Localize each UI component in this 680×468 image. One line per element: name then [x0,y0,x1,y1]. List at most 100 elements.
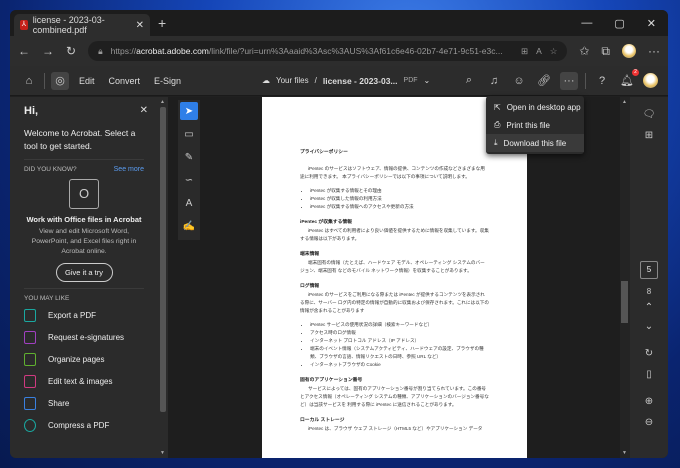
tool-label: Organize pages [48,354,105,364]
close-panel-icon[interactable]: ✕ [140,105,148,116]
settings-more-icon[interactable]: ··· [648,44,660,58]
maximize-button[interactable]: ▢ [614,17,624,30]
document-scrollbar[interactable]: ▲ ▼ [620,97,630,458]
read-aloud-icon[interactable]: A [536,46,542,56]
thumbnails-icon[interactable]: ⊞ [645,130,653,141]
menu-print[interactable]: ⎙ Print this file [486,116,584,134]
view-tool-icon[interactable]: ◎ [51,71,69,90]
rotate-icon[interactable]: ↻ [645,348,653,359]
your-files-link[interactable]: Your files [276,76,309,85]
url-path: /link/file/?uri=urn%3Aaaid%3Asc%3AUS%3Af… [208,46,503,56]
see-more-link[interactable]: See more [114,166,144,173]
give-it-a-try-button[interactable]: Give it a try [55,263,113,282]
open-external-icon: ⇱ [494,102,501,112]
close-window-button[interactable]: ✕ [647,17,656,30]
tab-bar: ⅄ license - 2023-03-combined.pdf ✕ + — ▢ ✕ [10,10,668,36]
profile-avatar[interactable] [622,44,636,58]
share-user-icon[interactable]: ☺ [510,72,528,90]
panel-scrollbar[interactable]: ▲ ▼ [158,97,168,458]
welcome-text: Welcome to Acrobat. Select a tool to get… [24,128,136,151]
forward-button[interactable]: → [42,44,54,58]
favorites-icon[interactable]: ✩ [579,44,589,58]
doc-paragraph: iPentec は、ブラウザ ウェブ ストレージ（HTML5 など）やアプリケー… [308,426,483,431]
app-available-icon[interactable]: ⊞ [521,46,528,57]
notifications-icon[interactable]: 🔔︎ 2 [618,68,639,90]
zoom-out-icon[interactable]: ⊖ [645,417,653,428]
did-you-know-heading: DID YOU KNOW? [24,166,77,173]
quick-tools-bar: ➤ ▭ ✎ ∽ A ✍ [178,100,200,240]
file-name: license - 2023-03... [322,75,398,86]
collections-icon[interactable]: ⧉ [601,44,610,59]
doc-heading: ローカル ストレージ [300,418,345,423]
you-may-like-heading: YOU MAY LIKE [24,295,70,302]
tool-export-pdf[interactable]: Export a PDF [24,304,144,326]
promo-description: View and edit Microsoft Word, PowerPoint… [31,228,137,255]
browser-window: ⅄ license - 2023-03-combined.pdf ✕ + — ▢ ✕… [10,10,668,458]
doc-heading: プライバシーポリシー [300,150,348,155]
tool-share[interactable]: Share [24,392,144,414]
tool-label: Request e-signatures [48,332,125,342]
current-page[interactable]: 5 [640,261,658,279]
browser-tab[interactable]: ⅄ license - 2023-03-combined.pdf ✕ [14,14,150,36]
doc-list-item: 端末のイベント情報（システムアクティビティ、ハードウェアの設定、ブラウザの種類、… [310,345,489,361]
file-type: PDF [403,77,418,84]
back-button[interactable]: ← [18,44,30,58]
total-pages: 8 [646,287,652,296]
freehand-icon[interactable]: ∽ [180,171,198,189]
menu-download[interactable]: ⤓ Download this file [486,134,584,152]
esign-menu[interactable]: E-Sign [154,76,181,86]
edit-menu[interactable]: Edit [79,76,95,86]
tool-edit-text-images[interactable]: Edit text & images [24,370,144,392]
url-field[interactable]: 🔒︎ https://acrobat.adobe.com/link/file/?… [88,41,568,61]
chevron-down-icon[interactable]: ⌄ [424,76,431,85]
doc-list-item: iPentec が収集した情報の利用方法 [310,195,489,203]
convert-menu[interactable]: Convert [109,76,141,86]
next-page-icon[interactable]: ⌄ [645,321,653,332]
promo-title: Work with Office files in Acrobat [26,215,142,224]
zoom-in-icon[interactable]: ⊕ [645,396,653,407]
draw-pen-icon[interactable]: ✎ [180,148,198,166]
headphones-icon[interactable]: ♫ [485,72,503,90]
breadcrumb: ☁ Your files / license - 2023-03... PDF … [262,76,430,86]
close-tab-icon[interactable]: ✕ [136,20,144,31]
text-box-icon[interactable]: A [180,194,198,212]
minimize-button[interactable]: — [581,17,592,30]
tool-request-esignatures[interactable]: Request e-signatures [24,326,144,348]
link-icon[interactable]: 🔗︎ [535,72,553,90]
tool-compress-pdf[interactable]: Compress a PDF [24,414,144,436]
more-options-menu: ⇱ Open in desktop app ⎙ Print this file ⤓ D… [486,96,584,154]
new-tab-button[interactable]: + [158,15,166,31]
cloud-icon: ☁ [262,76,270,85]
tab-title: license - 2023-03-combined.pdf [32,15,105,35]
url-prefix: https:// [110,46,137,56]
doc-list-item: インターネットブラウザの Cookie [310,361,489,369]
tool-organize-pages[interactable]: Organize pages [24,348,144,370]
comments-icon[interactable]: 🗨︎ [643,109,656,120]
home-icon[interactable]: ⌂ [20,72,38,90]
add-comment-icon[interactable]: ▭ [180,125,198,143]
edit-text-icon [24,374,36,388]
favorite-add-icon[interactable]: ☆ [550,46,558,57]
doc-heading: iPentec が収集する情報 [300,220,352,225]
tool-label: Edit text & images [48,376,113,386]
select-cursor-icon[interactable]: ➤ [180,102,198,120]
address-bar-row: ← → ↻ 🔒︎ https://acrobat.adobe.com/link/… [10,36,668,66]
menu-label: Open in desktop app [506,102,581,112]
search-icon[interactable]: ⌕ [460,72,478,90]
signature-icon[interactable]: ✍ [180,217,198,235]
welcome-panel: Hi, ✕ Welcome to Acrobat. Select a tool … [10,97,158,458]
office-files-icon: O [69,179,99,209]
esign-icon [24,330,36,344]
previous-page-icon[interactable]: ⌃ [645,302,653,313]
user-avatar[interactable] [643,73,658,88]
notification-badge: 2 [632,68,639,76]
doc-heading: ログ情報 [300,284,320,289]
help-icon[interactable]: ? [593,72,611,90]
tool-label: Compress a PDF [48,420,110,430]
more-options-button[interactable]: ··· [560,71,578,90]
page-tools-icon[interactable]: ▯ [646,369,652,380]
doc-paragraph: iPentec はすべての利用者により良い価値を提供するために情報を収集していま… [300,228,489,241]
organize-pages-icon [24,352,36,366]
menu-open-desktop[interactable]: ⇱ Open in desktop app [486,98,584,116]
refresh-button[interactable]: ↻ [66,44,76,58]
